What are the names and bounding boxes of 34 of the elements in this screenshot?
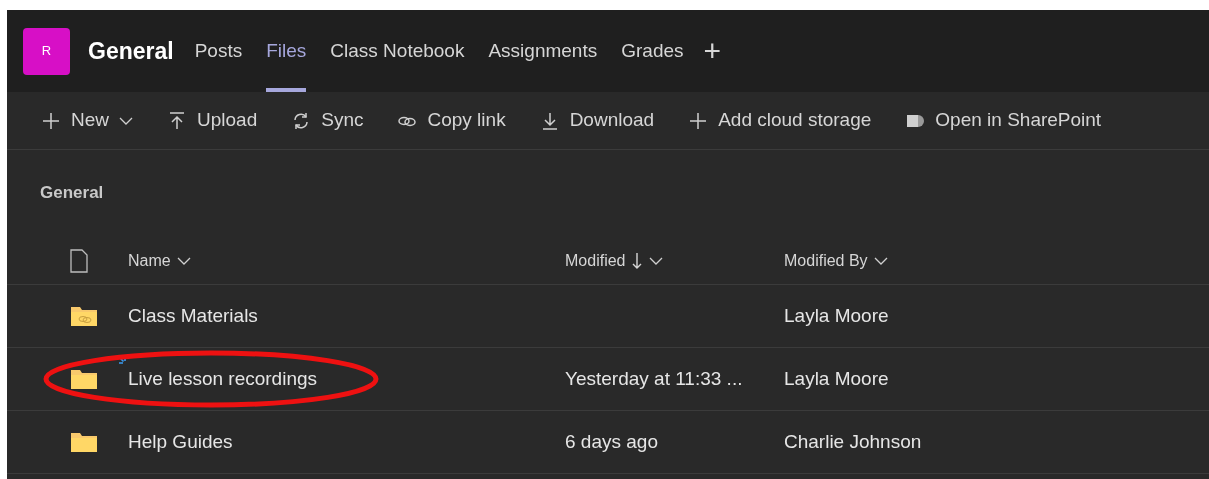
add-tab-button[interactable]: +: [703, 36, 722, 66]
tab[interactable]: Posts: [182, 10, 255, 92]
upload-button[interactable]: Upload: [167, 106, 258, 135]
column-header[interactable]: Modified By: [784, 248, 888, 273]
folder-icon: [70, 368, 98, 390]
plus-icon: [41, 110, 61, 131]
sharepoint-button[interactable]: Open in SharePoint: [905, 106, 1102, 135]
tab[interactable]: Grades: [609, 10, 696, 92]
download-button[interactable]: Download: [539, 106, 655, 135]
file-name[interactable]: Class Materials: [128, 301, 258, 331]
tab[interactable]: Assignments: [476, 10, 610, 92]
modified-by-name: Layla Moore: [784, 303, 889, 328]
upload-icon: [167, 110, 187, 131]
modified-date: Yesterday at 11:33 ...: [565, 366, 743, 391]
add-button[interactable]: Add cloud storage: [688, 106, 872, 135]
file-icon: [69, 248, 89, 273]
channel-title: General: [88, 36, 174, 66]
column-header[interactable]: Modified: [565, 248, 664, 273]
modified-date: 6 days ago: [565, 429, 658, 454]
tab[interactable]: Files: [254, 10, 319, 92]
folder-icon: [70, 431, 98, 453]
link-button[interactable]: Copy link: [397, 106, 506, 135]
modified-by-name: Layla Moore: [784, 366, 889, 391]
sort-down-icon: [631, 251, 644, 270]
tab[interactable]: Class Notebook: [318, 10, 477, 92]
column-header[interactable]: Name: [128, 248, 191, 273]
file-name[interactable]: Help Guides: [128, 427, 233, 457]
breadcrumb[interactable]: General: [40, 183, 104, 202]
avatar-badge[interactable]: R: [23, 27, 70, 75]
new-button[interactable]: New: [41, 106, 133, 135]
shared-folder-icon: [70, 305, 98, 327]
sync-button[interactable]: Sync: [291, 106, 364, 135]
plus-icon: [688, 110, 709, 131]
modified-by-name: Charlie Johnson: [784, 429, 922, 454]
